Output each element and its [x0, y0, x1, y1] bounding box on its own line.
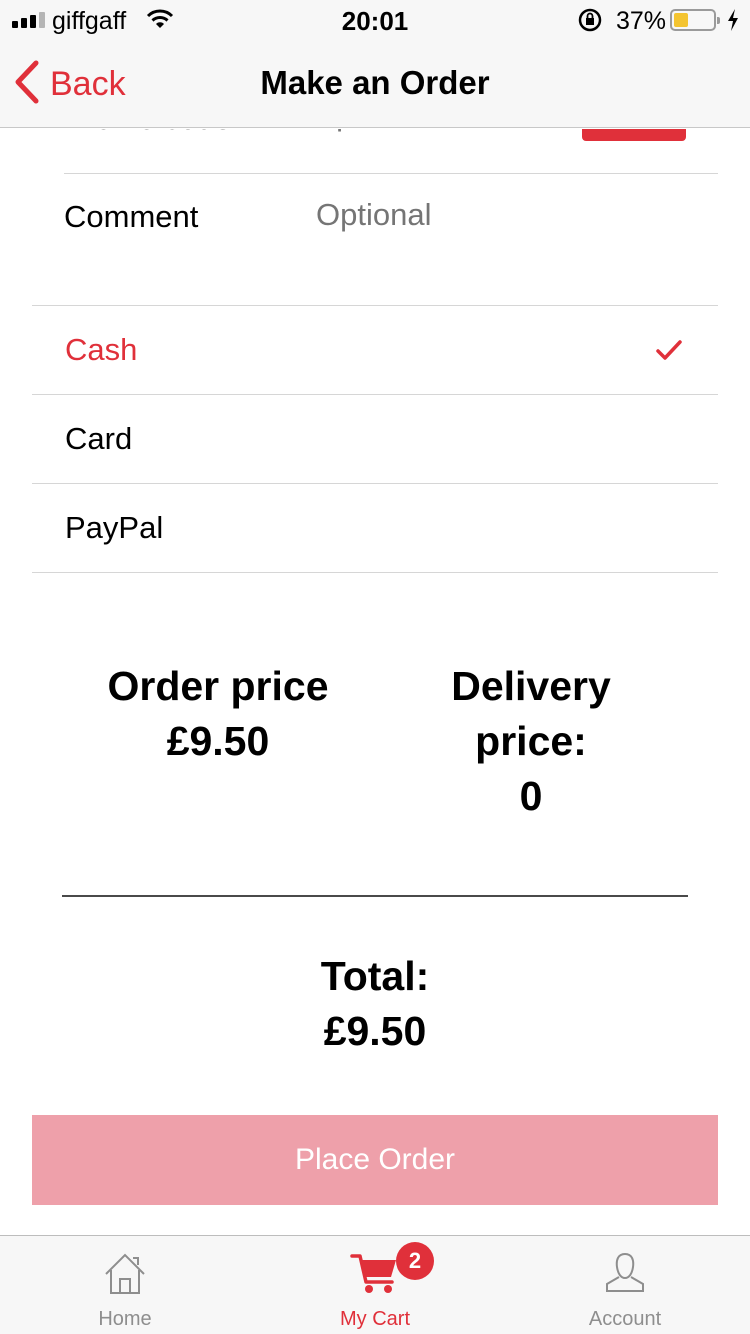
tab-label: Home — [98, 1308, 152, 1330]
total-label: Total: — [320, 953, 430, 999]
promo-code-row: Promo code Check — [64, 129, 718, 161]
tab-label: My Cart — [340, 1308, 410, 1330]
tab-home[interactable]: Home — [0, 1236, 250, 1334]
comment-row: Comment — [64, 197, 718, 243]
place-order-button[interactable]: Place Order — [32, 1115, 718, 1205]
order-form-scroll[interactable]: Promo code Check Comment Cash Card PayPa… — [0, 129, 750, 1235]
order-price-label: Order price — [107, 663, 329, 709]
comment-label: Comment — [64, 199, 199, 234]
battery-level — [674, 13, 688, 27]
battery-icon — [670, 9, 720, 31]
total-value: £9.50 — [323, 1008, 427, 1054]
tab-label: Account — [588, 1308, 662, 1330]
status-bar: giffgaff 20:01 37% — [0, 0, 750, 40]
payment-option-cash[interactable]: Cash — [32, 306, 718, 395]
payment-option-label: Cash — [65, 332, 138, 367]
payment-option-label: Card — [65, 421, 133, 456]
tab-account[interactable]: Account — [500, 1236, 750, 1334]
home-icon — [102, 1250, 148, 1301]
order-price-value: £9.50 — [166, 718, 270, 764]
divider — [64, 173, 718, 174]
payment-option-paypal[interactable]: PayPal — [32, 484, 718, 573]
account-icon — [603, 1250, 647, 1301]
tab-bar: Home 2 My Cart Account — [0, 1235, 750, 1334]
page-title: Make an Order — [260, 64, 490, 101]
battery-percent: 37% — [616, 7, 667, 35]
delivery-price-summary: Delivery price: 0 — [400, 659, 662, 824]
charging-bolt-icon — [726, 8, 740, 37]
cart-count-badge: 2 — [396, 1242, 434, 1280]
total-summary: Total: £9.50 — [0, 949, 750, 1059]
tab-my-cart[interactable]: 2 My Cart — [250, 1236, 500, 1334]
payment-option-card[interactable]: Card — [32, 395, 718, 484]
promo-code-input[interactable] — [312, 129, 572, 133]
delivery-price-label-line1: Delivery — [451, 663, 611, 709]
order-price-summary: Order price £9.50 — [68, 659, 368, 769]
check-promo-button[interactable]: Check — [582, 129, 686, 141]
comment-input[interactable] — [316, 197, 576, 233]
promo-code-label: Promo code — [64, 129, 231, 137]
navigation-bar: Back Make an Order — [0, 40, 750, 128]
checkmark-icon — [656, 339, 682, 366]
rotation-lock-icon — [577, 8, 603, 37]
delivery-price-label-line2: price: — [475, 718, 587, 764]
payment-option-label: PayPal — [65, 510, 164, 545]
cart-icon — [350, 1250, 400, 1301]
delivery-price-value: 0 — [519, 773, 543, 819]
summary-divider — [62, 895, 688, 897]
